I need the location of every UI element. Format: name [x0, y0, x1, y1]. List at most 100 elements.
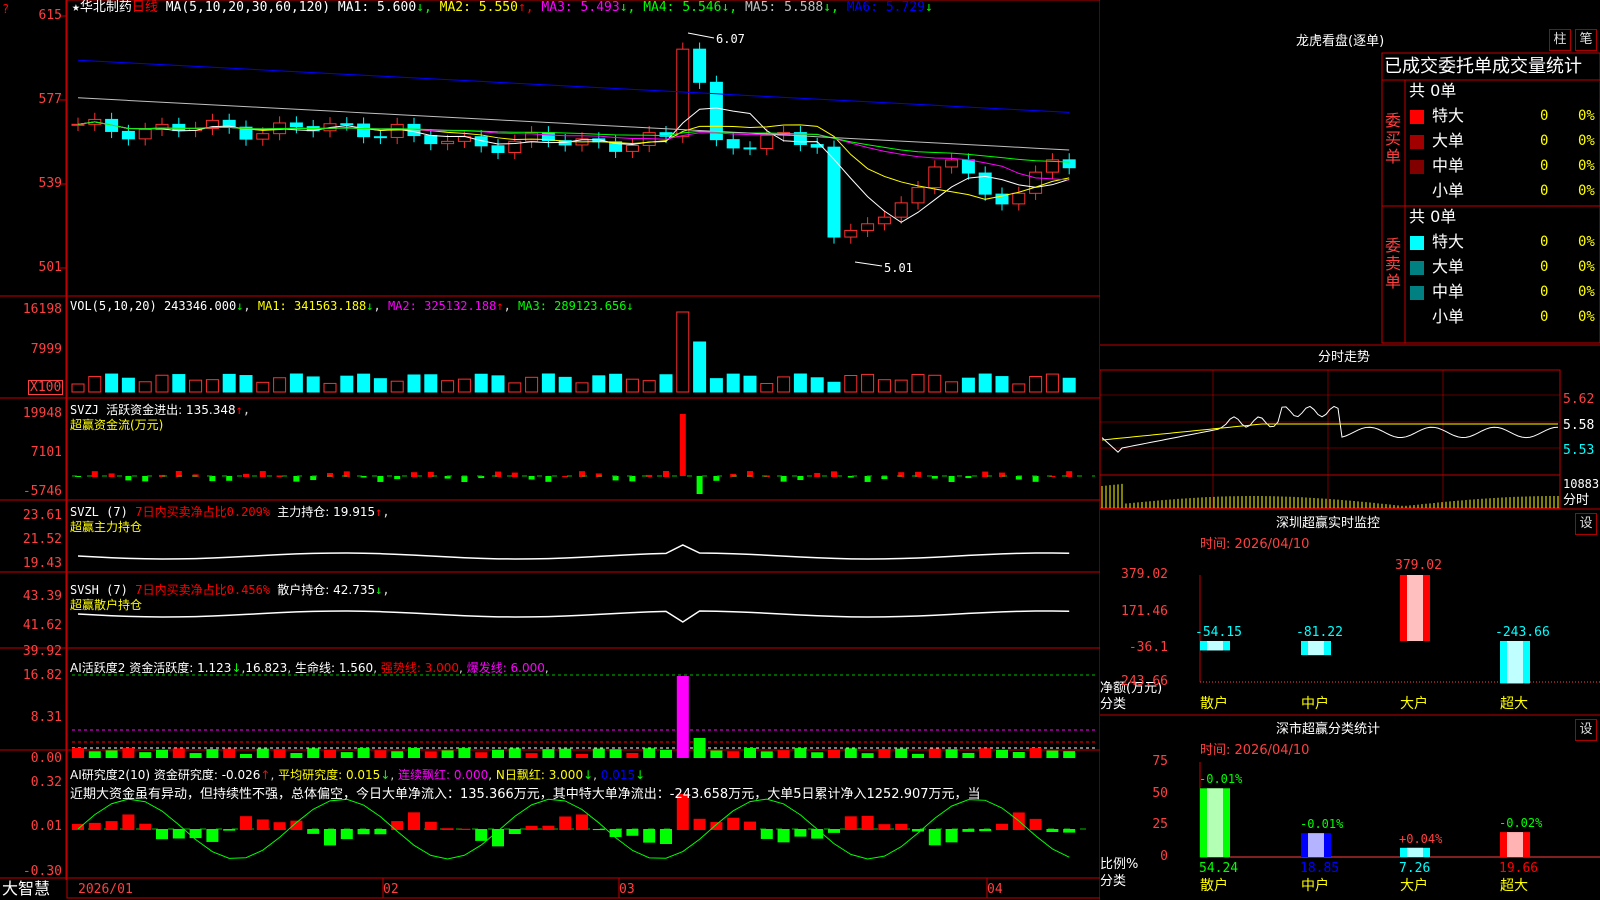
- sell-row-label-1: 大单: [1432, 257, 1465, 276]
- monitor-bar-2: [1400, 575, 1430, 641]
- ai2-extra: 0.015: [600, 768, 636, 782]
- ma-value-4: MA4: 5.546: [643, 0, 722, 15]
- svzl-axis-top: 23.61: [22, 508, 62, 523]
- stats-category-0: 散户: [1200, 878, 1228, 894]
- vol-unit-badge: X100: [28, 380, 64, 395]
- buy-row-count-1: 0: [1540, 133, 1549, 149]
- stats-xlabel: 分类: [1100, 874, 1127, 889]
- ai1-value2: 16.823: [245, 661, 288, 675]
- ai1-lifeline: 生命线: 1.560: [294, 661, 374, 675]
- svsh-ratio-label: 7日内买卖净占比: [135, 583, 227, 597]
- ma-value-1: MA1: 5.600: [337, 0, 417, 15]
- buy-row-label-1: 大单: [1432, 131, 1465, 150]
- svsh-header: SVSH (7) 7日内买卖净占比0.456% 散户持仓: 42.735↓,: [70, 583, 390, 597]
- price-axis-577: 577: [38, 92, 62, 107]
- svsh-title: SVSH (7): [70, 583, 128, 597]
- buy-row-pct-3: 0%: [1578, 183, 1595, 199]
- minute-vol-label: 10883: [1563, 477, 1600, 491]
- buy-row-pct-0: 0%: [1578, 108, 1595, 124]
- monitor-axis-2: -36.1: [1128, 640, 1168, 655]
- monitor-category-3: 超大: [1500, 696, 1528, 712]
- monitor-category-0: 散户: [1200, 696, 1228, 712]
- sell-row-count-0: 0: [1540, 234, 1549, 250]
- stats-axis-2: 25: [1152, 817, 1168, 833]
- ma-arrow-4: ↓,: [721, 0, 745, 15]
- ma-value-5: MA5: 5.588: [744, 0, 824, 15]
- ai1-axis-mid: 8.31: [30, 710, 62, 725]
- monitor-settings-button[interactable]: 设: [1575, 513, 1597, 535]
- sell-row-count-2: 0: [1540, 284, 1549, 300]
- sell-row-pct-3: 0%: [1578, 309, 1595, 325]
- svzl-header: SVZL (7) 7日内买卖净占比0.209% 主力持仓: 19.915↑,: [70, 505, 390, 519]
- sell-row-swatch-1: [1410, 261, 1424, 275]
- stats-category-2: 大户: [1400, 878, 1428, 894]
- brand-logo: 大智慧: [2, 879, 51, 898]
- tick-mode-button[interactable]: 笔: [1575, 29, 1597, 51]
- stats-axis-0: 75: [1152, 754, 1168, 769]
- stats-pct-3: 19.66: [1499, 861, 1539, 876]
- vol-ma2: 325132.188: [424, 299, 497, 313]
- monitor-axis-3: -243.66: [1113, 674, 1168, 689]
- sell-row-pct-2: 0%: [1578, 284, 1595, 300]
- svzl-ratio-value: 0.209%: [226, 505, 271, 519]
- stats-pct-2: 7.26: [1399, 861, 1431, 876]
- period-label[interactable]: 日线: [132, 0, 158, 15]
- monitor-bar-2-highlight: [1407, 575, 1423, 641]
- monitor-category-2: 大户: [1400, 696, 1428, 712]
- svzl-axis-bot: 19.43: [22, 556, 62, 571]
- ma-arrow-3: ↓,: [619, 0, 644, 15]
- vol-ma3: 289123.656: [554, 299, 627, 313]
- monitor-xlabel: 分类: [1100, 697, 1127, 712]
- monitor-value-3: -243.66: [1495, 625, 1550, 640]
- longhu-title: 龙虎看盘(逐单): [1296, 34, 1385, 49]
- ai2-n-day-red: N日飘红: 3.000: [495, 768, 584, 782]
- right-panel-graphics: [1099, 52, 1600, 858]
- sell-row-swatch-2: [1410, 286, 1424, 300]
- buy-row-label-3: 小单: [1432, 181, 1465, 200]
- buy-row-swatch-1: [1410, 135, 1424, 149]
- vol-axis-mid: 7999: [30, 342, 62, 357]
- ma-arrow-5: ↓,: [823, 0, 847, 15]
- monitor-bar-0: [1200, 641, 1230, 651]
- svsh-ratio-value: 0.456%: [226, 583, 271, 597]
- ai2-axis-mid: 0.01: [30, 819, 62, 834]
- svzj-axis-top: 19948: [22, 406, 62, 421]
- stats-pct-1: 18.85: [1300, 861, 1340, 876]
- svzl-ratio-label: 7日内买卖净占比: [135, 505, 227, 519]
- monitor-bar-1-highlight: [1308, 641, 1324, 656]
- sell-orders-label: 委卖单: [1385, 236, 1402, 291]
- monitor-bar-3: [1500, 641, 1530, 684]
- high-price-label: 6.07: [716, 32, 745, 46]
- buy-row-swatch-2: [1410, 160, 1424, 174]
- x-label-feb: 02: [383, 882, 399, 897]
- svzj-axis-bot: -5746: [22, 484, 62, 499]
- sell-row-label-2: 中单: [1432, 282, 1465, 301]
- ai1-header: AI活跃度2 资金活跃度: 1.123↓,16.823, 生命线: 1.560,…: [70, 661, 549, 675]
- ai2-avg-research: 平均研究度: 0.015: [278, 768, 381, 782]
- buy-row-label-2: 中单: [1432, 156, 1465, 175]
- stats-settings-button[interactable]: 设: [1575, 719, 1597, 741]
- vol-title: VOL(5,10,20): [70, 299, 157, 313]
- minute-axis-top: 5.62: [1563, 392, 1595, 407]
- stats-change-3: -0.02%: [1499, 816, 1543, 831]
- stats-axis-1: 50: [1152, 785, 1168, 801]
- star-icon[interactable]: ★: [72, 0, 80, 15]
- svzl-axis-mid: 21.52: [22, 532, 62, 547]
- stats-bar-0-highlight: [1207, 788, 1223, 857]
- price-axis-501: 501: [38, 260, 62, 275]
- monitor-axis-1: 171.46: [1121, 604, 1168, 619]
- main-header: ★华北制药日线 MA(5,10,20,30,60,120) MA1: 5.600…: [72, 0, 933, 15]
- svsh-text: 散户持仓: 42.735: [277, 583, 376, 597]
- sell-row-swatch-0: [1410, 236, 1424, 250]
- buy-row-pct-1: 0%: [1578, 133, 1595, 149]
- bar-mode-button[interactable]: 柱: [1549, 29, 1571, 51]
- svzj-axis-mid: 7101: [30, 445, 62, 460]
- monitor-bar-3-highlight: [1507, 641, 1523, 684]
- minute-price-line: [1101, 405, 1559, 453]
- ma-title: MA(5,10,20,30,60,120): [165, 0, 331, 15]
- vol-ma1: 341563.188: [294, 299, 367, 313]
- ma-arrow-6: ↓: [925, 0, 933, 15]
- stock-name[interactable]: 华北制药: [80, 0, 132, 15]
- stats-category-3: 超大: [1500, 878, 1528, 894]
- longhu-header: 已成交委托单成交量统计: [1384, 56, 1582, 77]
